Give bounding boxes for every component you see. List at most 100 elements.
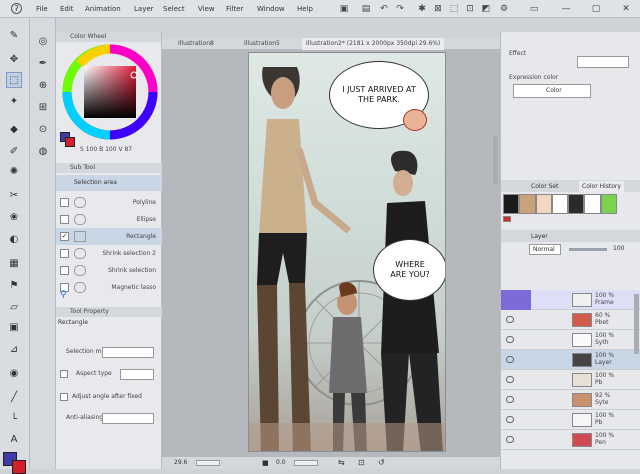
pen-tool-icon[interactable]: ✎: [6, 28, 22, 44]
zoom-value[interactable]: 29.6: [174, 457, 187, 469]
sub-item-rectangle[interactable]: ✓ Rectangle: [56, 228, 162, 245]
decoration-tool-icon[interactable]: ❀: [6, 210, 22, 226]
undo-icon[interactable]: ↶: [378, 3, 390, 15]
zoom-slider[interactable]: [196, 460, 220, 466]
menu-edit[interactable]: Edit: [60, 5, 74, 13]
sub-item-shrink-selection-2[interactable]: Shrink selection 2: [56, 245, 162, 262]
layer-toolbar[interactable]: [505, 260, 637, 272]
history-swatch[interactable]: [600, 194, 617, 214]
tab-color-history[interactable]: Color History: [579, 181, 624, 192]
select-all-icon[interactable]: ⬚: [448, 3, 460, 15]
gradient-tool-icon[interactable]: ▦: [6, 256, 22, 272]
sub-item-ellipse[interactable]: Ellipse: [56, 211, 162, 228]
tab-illustration8[interactable]: Illustration8: [174, 38, 218, 50]
save-icon[interactable]: ▣: [338, 3, 350, 15]
sub-item-polyline[interactable]: Polyline: [56, 194, 162, 211]
expression-color-dropdown[interactable]: Color: [513, 84, 591, 98]
close-icon[interactable]: ✕: [620, 3, 632, 15]
tab-selection-area[interactable]: Selection area: [56, 175, 162, 191]
reset-icon[interactable]: ↺: [378, 457, 385, 469]
layer-row[interactable]: 92 % Syte: [501, 390, 640, 410]
wheel-sub-color[interactable]: [65, 137, 75, 147]
visibility-eye-icon[interactable]: [506, 376, 514, 383]
line-tool-icon[interactable]: ╱: [6, 390, 22, 406]
pin-icon[interactable]: ⚲: [60, 289, 72, 301]
app-logo-icon[interactable]: ʔ: [11, 3, 22, 14]
deselect-icon[interactable]: ⊡: [464, 3, 476, 15]
tab-color-set[interactable]: Color Set: [531, 183, 558, 190]
clear-icon[interactable]: ✱: [416, 3, 428, 15]
flip-icon[interactable]: ⇆: [338, 457, 345, 469]
history-swatch[interactable]: [584, 194, 601, 214]
move-tool-icon[interactable]: ✥: [6, 52, 22, 68]
history-swatch-red[interactable]: [503, 216, 511, 222]
figure-tool-icon[interactable]: ⚑: [6, 278, 22, 294]
menu-help[interactable]: Help: [297, 5, 313, 13]
layer-row[interactable]: 100 % Pb: [501, 370, 640, 390]
history-swatch[interactable]: [503, 194, 520, 214]
balloon-tool-icon[interactable]: ◉: [6, 366, 22, 382]
transform-icon[interactable]: ⊠: [432, 3, 444, 15]
subtool-2-icon[interactable]: ✒: [35, 56, 51, 72]
menu-window[interactable]: Window: [257, 5, 285, 13]
tab-layer[interactable]: Layer: [531, 233, 548, 240]
subtool-5-icon[interactable]: ⊙: [35, 122, 51, 138]
layer-row[interactable]: 100 % Pb: [501, 410, 640, 430]
subtool-1-icon[interactable]: ◎: [35, 34, 51, 50]
redo-icon[interactable]: ↷: [394, 3, 406, 15]
visibility-eye-icon[interactable]: [506, 396, 514, 403]
fill-tool-icon[interactable]: ◐: [6, 232, 22, 248]
opacity-value[interactable]: 100: [613, 245, 624, 252]
visibility-eye-icon[interactable]: [506, 356, 514, 363]
aspect-checkbox[interactable]: [60, 370, 68, 378]
layer-scrollbar[interactable]: [634, 294, 639, 354]
visibility-eye-icon[interactable]: [506, 436, 514, 443]
checkbox[interactable]: [60, 215, 69, 224]
frame-tool-icon[interactable]: ▱: [6, 300, 22, 316]
menu-select[interactable]: Select: [163, 5, 185, 13]
history-swatch[interactable]: [551, 194, 569, 214]
correct-line-icon[interactable]: └: [6, 412, 22, 428]
canvas-vertical-scrollbar[interactable]: [493, 136, 498, 184]
invert-icon[interactable]: ◩: [480, 3, 492, 15]
subtool-4-icon[interactable]: ⊞: [35, 100, 51, 116]
maximize-icon[interactable]: ▢: [590, 3, 602, 15]
history-swatch[interactable]: [568, 194, 585, 214]
text-tool-icon[interactable]: A: [6, 432, 22, 448]
menu-view[interactable]: View: [198, 5, 215, 13]
aspect-dropdown[interactable]: [120, 369, 154, 380]
subtool-6-icon[interactable]: ◍: [35, 144, 51, 160]
new-icon[interactable]: ▤: [360, 3, 372, 15]
anti-aliasing-buttons[interactable]: [102, 413, 154, 424]
sub-color-swatch[interactable]: [12, 460, 26, 474]
menu-layer[interactable]: Layer: [134, 5, 154, 13]
color-wheel[interactable]: [60, 44, 160, 144]
visibility-eye-icon[interactable]: [506, 316, 514, 323]
airbrush-tool-icon[interactable]: ✺: [6, 164, 22, 180]
menu-file[interactable]: File: [36, 5, 48, 13]
checkbox[interactable]: [60, 198, 69, 207]
eraser-tool-icon[interactable]: ◆: [6, 122, 22, 138]
layer-row[interactable]: 100 % Frame: [501, 290, 640, 310]
play-icon[interactable]: ■: [262, 457, 269, 469]
adjust-angle-checkbox[interactable]: [60, 393, 68, 401]
ruler-tool-icon[interactable]: ▣: [6, 320, 22, 336]
comic-page[interactable]: I JUST ARRIVED AT THE PARK. WHERE ARE YO…: [248, 52, 446, 452]
checkbox[interactable]: [60, 249, 69, 258]
history-swatch[interactable]: [519, 194, 536, 214]
selection-mode-buttons[interactable]: [102, 347, 154, 358]
history-swatch[interactable]: [535, 194, 552, 214]
sub-item-shrink-selection[interactable]: Shrink selection: [56, 262, 162, 279]
layer-row[interactable]: 60 % Pbet: [501, 310, 640, 330]
blend-tool-icon[interactable]: ✂: [6, 188, 22, 204]
menu-filter[interactable]: Filter: [226, 5, 243, 13]
brush-tool-icon[interactable]: ✐: [6, 144, 22, 160]
selection-tool-icon[interactable]: ⬚: [6, 72, 22, 88]
snap-icon[interactable]: ⚙: [498, 3, 510, 15]
checkbox[interactable]: [60, 266, 69, 275]
layer-row-selected[interactable]: 100 % Layer: [501, 350, 640, 370]
visibility-eye-icon[interactable]: [506, 336, 514, 343]
angle-value[interactable]: 0.0: [276, 457, 286, 469]
opacity-slider[interactable]: [569, 248, 607, 251]
rotate-slider[interactable]: [294, 460, 318, 466]
